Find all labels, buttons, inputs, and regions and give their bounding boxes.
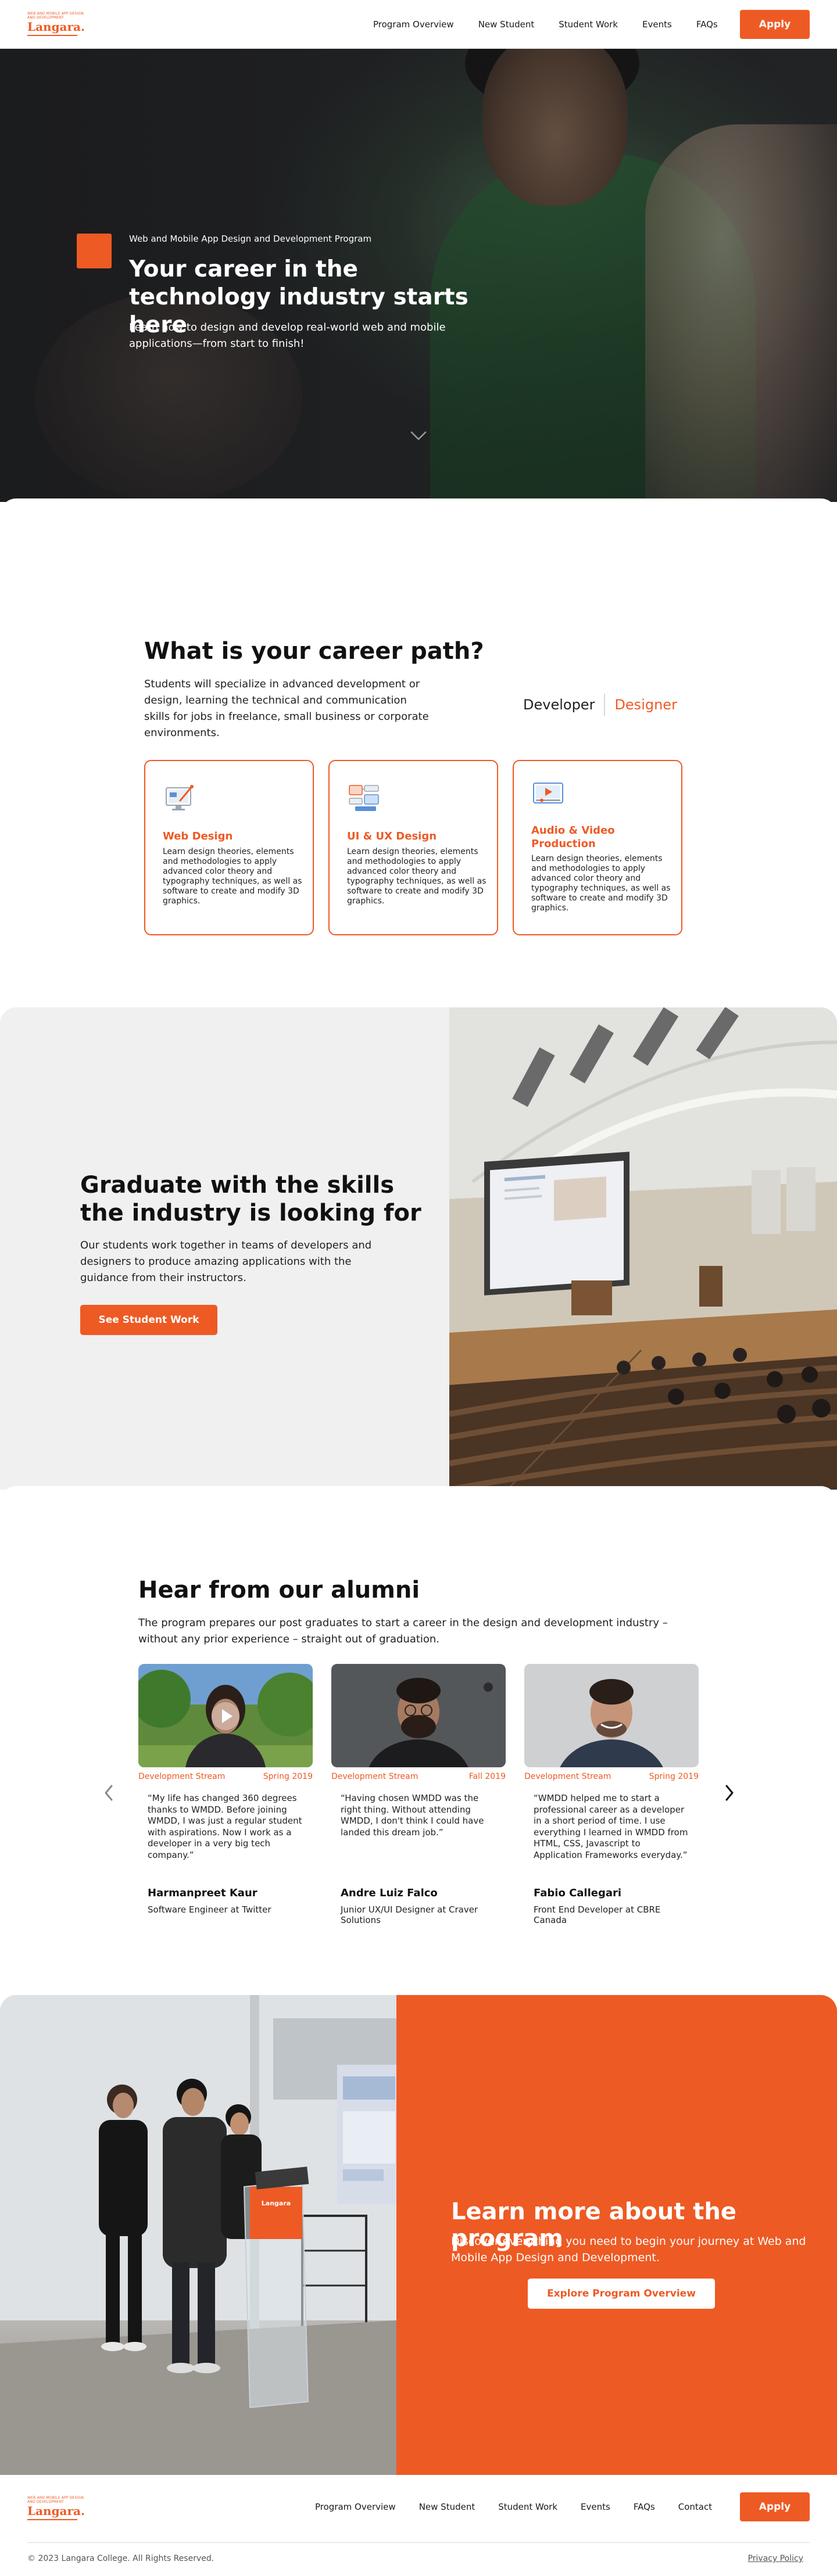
footer-nav-events[interactable]: Events <box>581 2502 610 2512</box>
logo-wordmark: Langara. <box>27 20 85 34</box>
career-title: What is your career path? <box>144 638 484 665</box>
hero-subtitle: Learn how to design and develop real-wor… <box>129 321 446 350</box>
logo-underline <box>27 2519 77 2520</box>
card-text: Learn design theories, elements and meth… <box>531 854 671 913</box>
alumni-photo <box>331 1664 506 1767</box>
career-path-toggle: Developer Designer <box>523 694 677 716</box>
learn-more-panel: Learn more about the program Discover ev… <box>396 1995 837 2475</box>
scroll-down-chevron-icon[interactable] <box>407 426 430 444</box>
site-footer: WEB AND MOBILE APP DESIGN AND DEVELOPMEN… <box>0 2475 837 2576</box>
footer-nav-program-overview[interactable]: Program Overview <box>315 2502 396 2512</box>
career-description: Students will specialize in advanced dev… <box>144 678 429 739</box>
hero-section: Web and Mobile App Design and Developmen… <box>0 49 837 502</box>
lecture-hall-illustration <box>449 1007 837 1490</box>
video-production-icon <box>533 783 563 803</box>
play-icon[interactable] <box>210 1701 241 1731</box>
alumni-term: Spring 2019 <box>263 1772 313 1781</box>
graduate-section: Graduate with the skills the industry is… <box>0 1007 837 1490</box>
footer-nav-contact[interactable]: Contact <box>678 2502 712 2512</box>
presentation-illustration: Langara <box>0 1995 396 2475</box>
alumni-description: The program prepares our post graduates … <box>138 1617 668 1645</box>
card-title: Web Design <box>163 830 233 842</box>
carousel-prev-arrow-icon[interactable] <box>100 1782 117 1803</box>
nav-new-student[interactable]: New Student <box>478 19 535 30</box>
podium-text: Langara <box>262 2200 291 2207</box>
alumni-quote: “My life has changed 360 degrees thanks … <box>148 1793 302 1860</box>
web-design-icon <box>166 785 194 810</box>
career-card-ui-ux-design[interactable]: UI & UX Design Learn design theories, el… <box>328 760 498 935</box>
footer-langara-logo[interactable]: WEB AND MOBILE APP DESIGN AND DEVELOPMEN… <box>27 2496 85 2520</box>
carousel-next-arrow-icon[interactable] <box>721 1782 738 1803</box>
alumni-term: Spring 2019 <box>649 1772 699 1781</box>
see-student-work-button[interactable]: See Student Work <box>80 1305 217 1335</box>
footer-nav-student-work[interactable]: Student Work <box>498 2502 557 2512</box>
hero-accent-square <box>77 234 112 268</box>
alumni-meta: Development Stream Fall 2019 <box>331 1772 506 1781</box>
card-title: UI & UX Design <box>347 830 437 842</box>
career-card-audio-video[interactable]: Audio & Video Production Learn design th… <box>513 760 682 935</box>
footer-nav-new-student[interactable]: New Student <box>419 2502 475 2512</box>
alumni-photo-fabio <box>524 1664 699 1767</box>
career-path-section: What is your career path? Students will … <box>0 498 837 1004</box>
card-title: Audio & Video Production <box>531 824 615 850</box>
footer-divider <box>27 2542 810 2543</box>
logo-tagline: WEB AND MOBILE APP DESIGN AND DEVELOPMEN… <box>27 2496 84 2504</box>
alumni-role: Software Engineer at Twitter <box>148 1904 271 1915</box>
footer-nav-faqs[interactable]: FAQs <box>634 2502 655 2512</box>
logo-tagline: WEB AND MOBILE APP DESIGN AND DEVELOPMEN… <box>27 12 84 20</box>
alumni-quote: “WMDD helped me to start a professional … <box>534 1793 688 1860</box>
privacy-policy-link[interactable]: Privacy Policy <box>748 2554 803 2563</box>
alumni-quote: “Having chosen WMDD was the right thing.… <box>341 1793 484 1838</box>
ui-ux-design-icon <box>349 785 379 811</box>
nav-events[interactable]: Events <box>642 19 672 30</box>
alumni-meta: Development Stream Spring 2019 <box>138 1772 313 1781</box>
toggle-developer[interactable]: Developer <box>523 697 595 713</box>
alumni-stream: Development Stream <box>331 1772 419 1781</box>
footer-copyright: © 2023 Langara College. All Rights Reser… <box>27 2554 214 2563</box>
langara-logo[interactable]: WEB AND MOBILE APP DESIGN AND DEVELOPMEN… <box>27 12 85 36</box>
apply-button[interactable]: Apply <box>740 10 810 39</box>
graduate-title: Graduate with the skills the industry is… <box>80 1172 421 1226</box>
logo-underline <box>27 35 77 36</box>
alumni-role: Front End Developer at CBRE Canada <box>534 1904 661 1925</box>
explore-program-overview-button[interactable]: Explore Program Overview <box>528 2279 715 2309</box>
alumni-photo <box>524 1664 699 1767</box>
alumni-video-thumbnail[interactable] <box>138 1664 313 1767</box>
alumni-section: Hear from our alumni The program prepare… <box>0 1486 837 1992</box>
alumni-photo-andre <box>331 1664 506 1767</box>
card-text: Learn design theories, elements and meth… <box>347 847 487 906</box>
card-text: Learn design theories, elements and meth… <box>163 847 302 906</box>
toggle-divider <box>604 694 606 716</box>
alumni-stream: Development Stream <box>138 1772 226 1781</box>
nav-program-overview[interactable]: Program Overview <box>373 19 454 30</box>
career-card-web-design[interactable]: Web Design Learn design theories, elemen… <box>144 760 314 935</box>
alumni-role: Junior UX/UI Designer at Craver Solution… <box>341 1904 478 1925</box>
toggle-designer[interactable]: Designer <box>614 697 677 713</box>
learn-more-section: Langara Learn more about the program Dis… <box>0 1995 837 2475</box>
logo-wordmark: Langara. <box>27 2504 85 2518</box>
hero-eyebrow: Web and Mobile App Design and Developmen… <box>129 234 372 244</box>
nav-faqs[interactable]: FAQs <box>696 19 718 30</box>
graduate-subtitle: Our students work together in teams of d… <box>80 1239 372 1284</box>
alumni-name: Andre Luiz Falco <box>341 1887 438 1899</box>
main-nav: Program Overview New Student Student Wor… <box>373 0 718 49</box>
presentation-photo: Langara <box>0 1995 396 2475</box>
site-header: WEB AND MOBILE APP DESIGN AND DEVELOPMEN… <box>0 0 837 49</box>
alumni-name: Harmanpreet Kaur <box>148 1887 257 1899</box>
footer-apply-button[interactable]: Apply <box>740 2492 810 2521</box>
footer-nav: Program Overview New Student Student Wor… <box>315 2475 712 2539</box>
lecture-hall-photo <box>449 1007 837 1490</box>
alumni-title: Hear from our alumni <box>138 1577 420 1603</box>
alumni-stream: Development Stream <box>524 1772 611 1781</box>
learn-more-subtitle: Discover everything you need to begin yo… <box>451 2235 806 2264</box>
alumni-meta: Development Stream Spring 2019 <box>524 1772 699 1781</box>
alumni-term: Fall 2019 <box>468 1772 506 1781</box>
alumni-name: Fabio Callegari <box>534 1887 622 1899</box>
nav-student-work[interactable]: Student Work <box>559 19 618 30</box>
